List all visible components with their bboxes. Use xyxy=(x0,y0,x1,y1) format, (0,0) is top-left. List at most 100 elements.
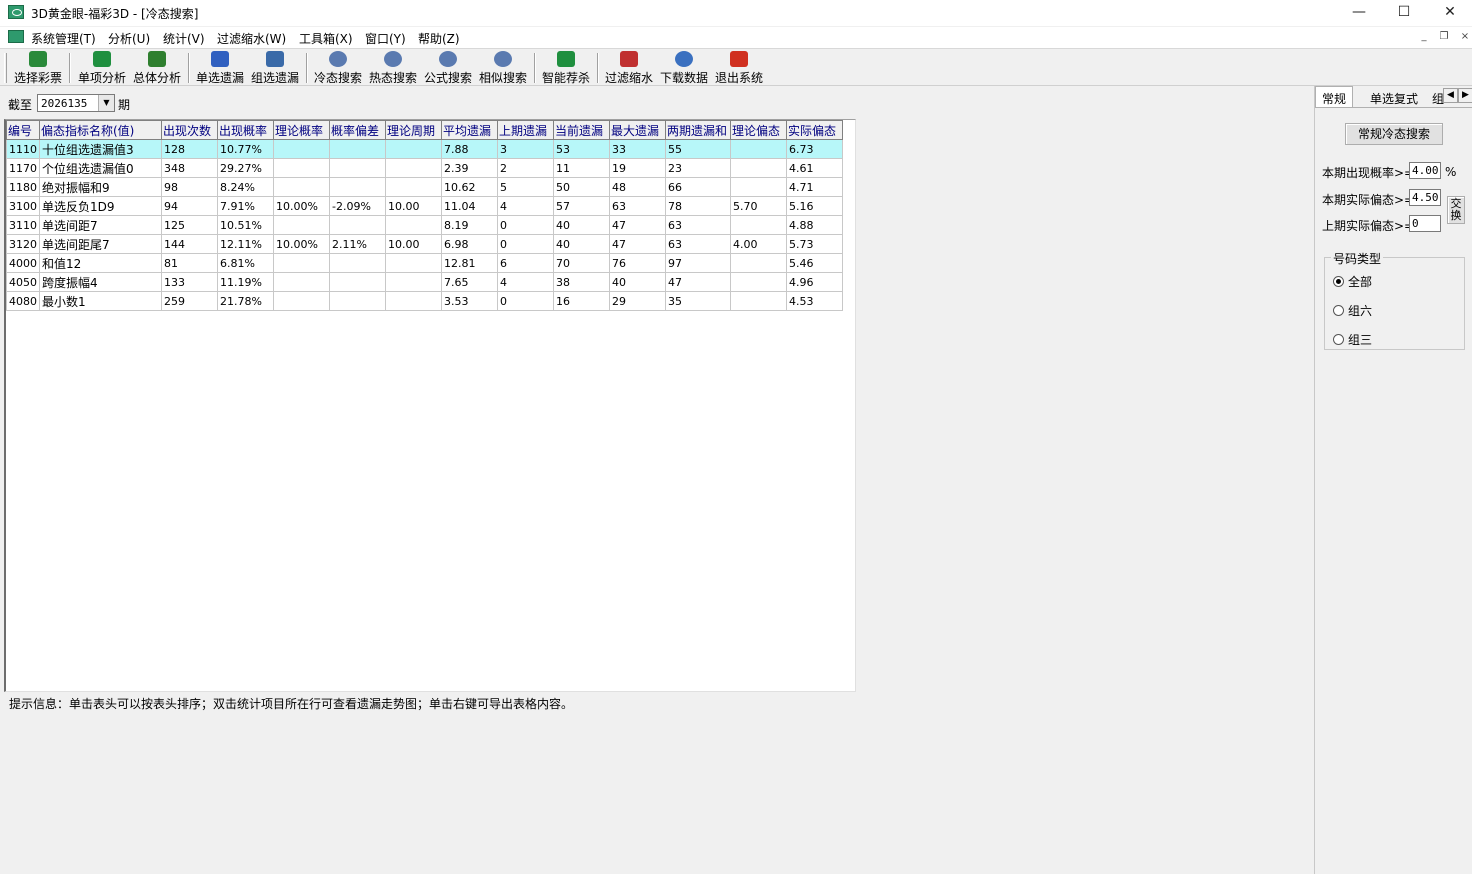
column-header[interactable]: 偏态指标名称(值) xyxy=(39,120,162,140)
table-row[interactable]: 1180 绝对振幅和9 98 8.24% 10.62 5 50 48 66 4.71 xyxy=(6,177,843,197)
group-omission-button[interactable]: 组选遗漏 xyxy=(249,51,301,85)
table-row[interactable]: 1110 十位组选遗漏值3 128 10.77% 7.88 3 53 33 55 6.73 xyxy=(6,139,843,159)
window-title: 3D黄金眼-福彩3D - [冷态搜索] xyxy=(31,7,199,21)
column-header[interactable]: 编号 xyxy=(6,120,40,140)
single-analysis-button[interactable]: 单项分析 xyxy=(76,51,128,85)
toolbar-separator xyxy=(306,53,308,83)
smart-recommend-button[interactable]: 智能荐杀 xyxy=(540,51,592,85)
overall-analysis-label: 总体分析 xyxy=(132,71,181,85)
results-grid[interactable]: 编号 偏态指标名称(值) 出现次数 出现概率 理论概率 概率偏差 理论周期 平均遗漏 上期遗漏当… xyxy=(4,119,856,692)
toolbar-separator xyxy=(69,53,71,83)
cold-search-button[interactable]: 冷态搜索 xyxy=(312,51,364,85)
table-cell: 4.53 xyxy=(786,291,843,311)
table-row[interactable]: 4000 和值12 81 6.81% 12.81 6 70 76 97 5.46 xyxy=(6,253,843,273)
mdi-document-icon[interactable] xyxy=(8,30,24,43)
table-cell: 10.62 xyxy=(441,177,498,197)
table-cell: 3100 xyxy=(6,196,40,216)
column-header[interactable]: 当前遗漏 xyxy=(553,120,610,140)
table-cell: 33 xyxy=(609,139,666,159)
mdi-close-button[interactable]: × xyxy=(1458,31,1472,44)
hot-search-label: 热态搜索 xyxy=(368,71,417,85)
radio-group-six-label: 组六 xyxy=(1348,304,1373,318)
table-cell: 2 xyxy=(497,158,554,178)
table-cell: 4050 xyxy=(6,272,40,292)
overall-analysis-button[interactable]: 总体分析 xyxy=(131,51,183,85)
table-row[interactable]: 4080 最小数1 259 21.78% 3.53 0 16 29 35 4.53 xyxy=(6,291,843,311)
table-cell xyxy=(730,272,787,292)
mdi-minimize-button[interactable]: _ xyxy=(1417,31,1431,44)
formula-search-button[interactable]: 公式搜索 xyxy=(422,51,474,85)
table-cell: 绝对振幅和9 xyxy=(39,177,162,197)
single-omission-button[interactable]: 单选遗漏 xyxy=(194,51,246,85)
table-cell: 10.77% xyxy=(217,139,274,159)
minimize-button[interactable]: — xyxy=(1336,0,1382,26)
table-cell: 29 xyxy=(609,291,666,311)
table-row[interactable]: 3120 单选间距尾7 144 12.11% 10.00% 2.11% 10.00 6.98 0… xyxy=(6,234,843,254)
table-row[interactable]: 3110 单选间距7 125 10.51% 8.19 0 40 47 63 4.88 xyxy=(6,215,843,235)
select-lottery-button[interactable]: 选择彩票 xyxy=(13,51,63,85)
menu-analysis[interactable]: 分析(U) xyxy=(108,30,150,47)
menu-system[interactable]: 系统管理(T) xyxy=(31,30,96,47)
table-row[interactable]: 1170 个位组选遗漏值0 348 29.27% 2.39 2 11 19 23 4.61 xyxy=(6,158,843,178)
column-header[interactable]: 出现次数 xyxy=(161,120,218,140)
menu-statistics[interactable]: 统计(V) xyxy=(163,30,205,47)
column-header[interactable]: 最大遗漏 xyxy=(609,120,666,140)
exit-system-button[interactable]: 退出系统 xyxy=(713,51,765,85)
table-cell: -2.09% xyxy=(329,196,386,216)
menu-window[interactable]: 窗口(Y) xyxy=(365,30,406,47)
radio-all-label: 全部 xyxy=(1348,275,1373,289)
previous-skew-input[interactable]: 0 xyxy=(1409,215,1441,232)
download-data-button[interactable]: 下载数据 xyxy=(658,51,710,85)
table-row[interactable]: 4050 跨度振幅4 133 11.19% 7.65 4 38 40 47 4.96 xyxy=(6,272,843,292)
column-header[interactable]: 平均遗漏 xyxy=(441,120,498,140)
table-row[interactable]: 3100 单选反负1D9 94 7.91% 10.00% -2.09% 10.00 11.04… xyxy=(6,196,843,216)
radio-all[interactable]: 全部 xyxy=(1333,273,1372,290)
table-cell xyxy=(273,158,330,178)
tab-general[interactable]: 常规 xyxy=(1315,86,1354,108)
table-cell: 4 xyxy=(497,196,554,216)
cutoff-label: 截至 xyxy=(8,98,33,112)
table-cell: 47 xyxy=(609,234,666,254)
tab-scroll-left-icon[interactable]: ◀ xyxy=(1443,88,1458,103)
similar-search-label: 相似搜索 xyxy=(478,71,527,85)
column-header[interactable]: 上期遗漏 xyxy=(497,120,554,140)
table-cell: 10.00% xyxy=(273,234,330,254)
column-header[interactable]: 两期遗漏和 xyxy=(665,120,731,140)
prob-input[interactable]: 4.00 xyxy=(1409,162,1441,179)
radio-group-six[interactable]: 组六 xyxy=(1333,302,1372,319)
maximize-button[interactable]: ☐ xyxy=(1381,0,1427,26)
table-cell: 40 xyxy=(609,272,666,292)
mdi-restore-button[interactable]: ❐ xyxy=(1437,31,1451,44)
tab-single-compound[interactable]: 单选复式 xyxy=(1370,88,1418,108)
similar-search-button[interactable]: 相似搜索 xyxy=(477,51,529,85)
previous-skew-label: 上期实际偏态>= xyxy=(1322,219,1415,233)
table-cell: 4.88 xyxy=(786,215,843,235)
column-header[interactable]: 概率偏差 xyxy=(329,120,386,140)
panel-tabs: 常规 单选复式 组 ◀ ▶ xyxy=(1315,86,1472,108)
radio-group-three[interactable]: 组三 xyxy=(1333,331,1372,348)
period-select[interactable]: 2026135 ▼ xyxy=(37,94,115,112)
column-header[interactable]: 理论周期 xyxy=(385,120,442,140)
period-suffix-label: 期 xyxy=(118,98,131,112)
table-cell xyxy=(273,215,330,235)
column-header[interactable]: 理论偏态 xyxy=(730,120,787,140)
swap-button[interactable]: 交换 xyxy=(1447,196,1465,224)
current-skew-input[interactable]: 4.50 xyxy=(1409,189,1441,206)
table-cell: 4080 xyxy=(6,291,40,311)
menu-filter[interactable]: 过滤缩水(W) xyxy=(217,30,286,47)
tab-scroll-right-icon[interactable]: ▶ xyxy=(1458,88,1472,103)
table-header-row: 编号 偏态指标名称(值) 出现次数 出现概率 理论概率 概率偏差 理论周期 平均遗漏 上期遗漏当… xyxy=(6,120,843,140)
chevron-down-icon[interactable]: ▼ xyxy=(98,95,114,111)
column-header[interactable]: 实际偏态 xyxy=(786,120,843,140)
general-cold-search-button[interactable]: 常规冷态搜索 xyxy=(1345,123,1443,145)
column-header[interactable]: 理论概率 xyxy=(273,120,330,140)
toolbar-grip[interactable] xyxy=(4,53,7,83)
close-button[interactable]: ✕ xyxy=(1427,0,1472,26)
menu-toolbox[interactable]: 工具箱(X) xyxy=(299,30,353,47)
filter-shrink-button[interactable]: 过滤缩水 xyxy=(603,51,655,85)
menu-help[interactable]: 帮助(Z) xyxy=(418,30,460,47)
hot-search-button[interactable]: 热态搜索 xyxy=(367,51,419,85)
single-analysis-icon xyxy=(93,51,111,67)
table-cell: 21.78% xyxy=(217,291,274,311)
column-header[interactable]: 出现概率 xyxy=(217,120,274,140)
